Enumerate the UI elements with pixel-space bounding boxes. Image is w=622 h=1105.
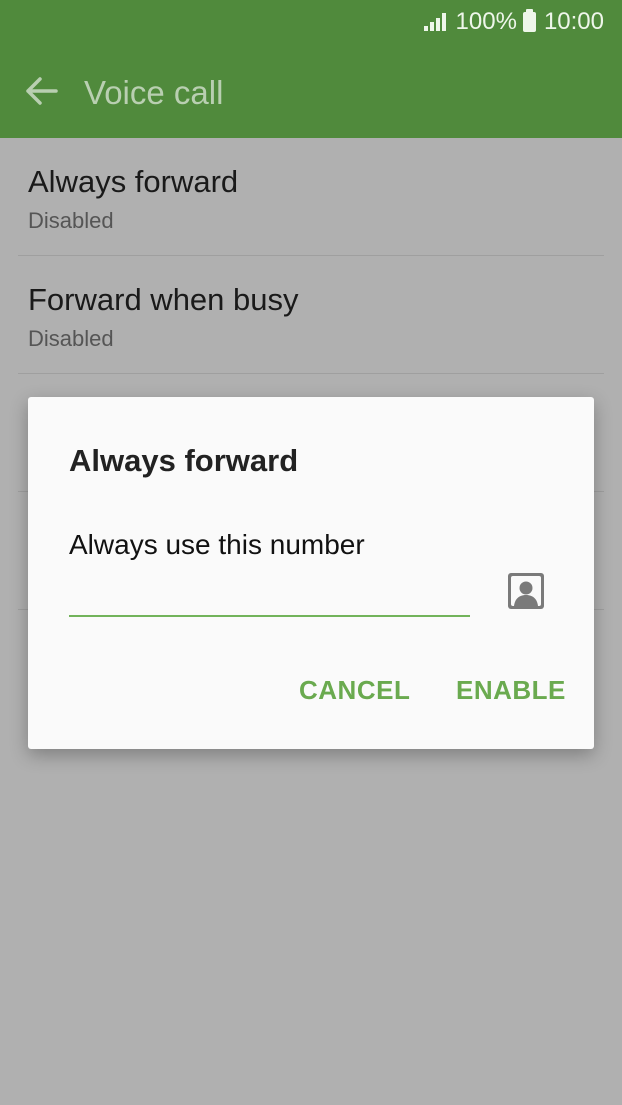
dialog-title: Always forward xyxy=(69,443,299,478)
phone-number-input[interactable] xyxy=(69,573,470,617)
list-item-title: Always forward xyxy=(28,164,239,199)
arrow-left-icon[interactable] xyxy=(22,72,60,110)
app-bar: Voice call xyxy=(0,44,622,138)
list-item-forward-when-busy[interactable]: Forward when busy Disabled xyxy=(18,256,604,374)
battery-percent: 100% xyxy=(455,8,517,35)
status-bar: 100% 10:00 xyxy=(0,0,622,44)
status-right: 100% 10:00 xyxy=(423,8,604,36)
always-forward-dialog: Always forward Always use this number CA… xyxy=(28,397,594,749)
battery-icon xyxy=(522,9,536,32)
signal-icon xyxy=(423,13,448,31)
contact-person-icon[interactable] xyxy=(508,573,544,609)
clock: 10:00 xyxy=(543,8,604,35)
list-item-always-forward[interactable]: Always forward Disabled xyxy=(18,138,604,256)
number-label: Always use this number xyxy=(69,529,365,560)
page-title: Voice call xyxy=(84,74,224,111)
list-item-subtitle: Disabled xyxy=(28,326,114,351)
cancel-button[interactable]: CANCEL xyxy=(299,675,410,706)
list-item-title: Forward when busy xyxy=(28,282,299,317)
list-item-subtitle: Disabled xyxy=(28,208,114,233)
enable-button[interactable]: ENABLE xyxy=(456,675,566,706)
